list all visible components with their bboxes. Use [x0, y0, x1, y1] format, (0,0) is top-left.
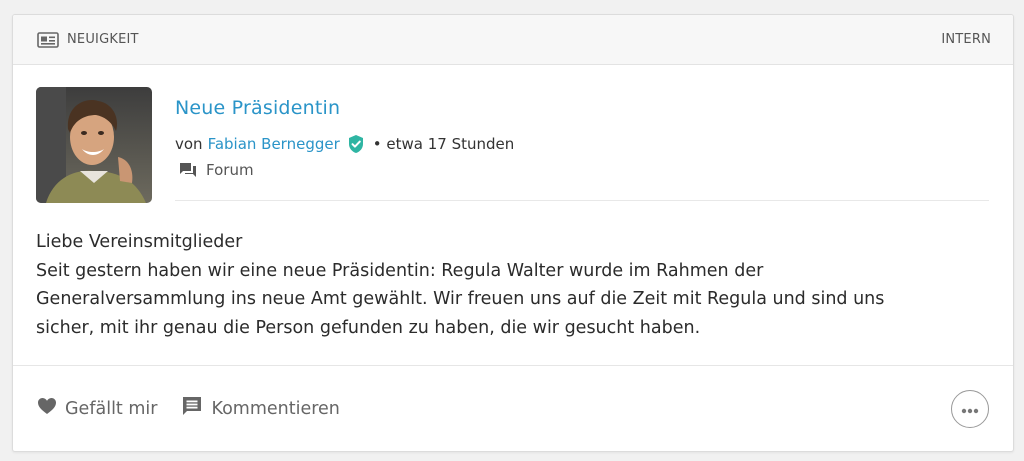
comment-icon — [181, 395, 203, 422]
post-body-line: Seit gestern haben wir eine neue Präside… — [36, 260, 764, 281]
post-body-line: Generalversammlung ins neue Amt gewählt.… — [36, 289, 885, 309]
verified-badge-icon — [346, 134, 366, 154]
like-label: Gefällt mir — [65, 398, 158, 419]
post-type-label: NEUIGKEIT — [67, 32, 139, 47]
avatar[interactable] — [36, 87, 152, 203]
like-button[interactable]: Gefällt mir — [37, 397, 157, 420]
post-footer: Gefällt mir Kommentieren — [13, 365, 1013, 451]
post-body: Liebe Vereinsmitglieder Seit gestern hab… — [13, 215, 1013, 349]
post-header-info: Neue Präsidentin von Fabian Bernegger • … — [175, 93, 989, 180]
space-label: Forum — [206, 161, 254, 179]
post-title[interactable]: Neue Präsidentin — [175, 93, 989, 123]
post-head: Neue Präsidentin von Fabian Bernegger • … — [13, 65, 1013, 215]
post-type: NEUIGKEIT — [37, 31, 139, 48]
post-body-line: sicher, mit ihr genau die Person gefunde… — [36, 317, 701, 338]
more-options-button[interactable] — [951, 389, 989, 428]
post-body-line: Liebe Vereinsmitglieder — [36, 232, 243, 252]
post-space[interactable]: Forum — [175, 160, 989, 180]
visibility-label: INTERN — [941, 32, 991, 47]
card-header: NEUIGKEIT INTERN — [13, 15, 1013, 65]
newspaper-icon — [37, 31, 59, 48]
post-meta: von Fabian Bernegger • etwa 17 Stunden — [175, 134, 989, 154]
comment-button[interactable]: Kommentieren — [181, 395, 340, 422]
header-divider — [175, 200, 989, 201]
forum-icon — [175, 162, 197, 178]
comment-label: Kommentieren — [211, 398, 340, 419]
author-link[interactable]: Fabian Bernegger — [208, 134, 340, 154]
news-card: NEUIGKEIT INTERN Neue Präsidentin von Fa… — [12, 14, 1014, 452]
by-prefix: von — [175, 135, 203, 153]
heart-icon — [37, 397, 57, 420]
more-dots-icon — [961, 399, 979, 418]
post-time: • etwa 17 Stunden — [372, 135, 515, 153]
